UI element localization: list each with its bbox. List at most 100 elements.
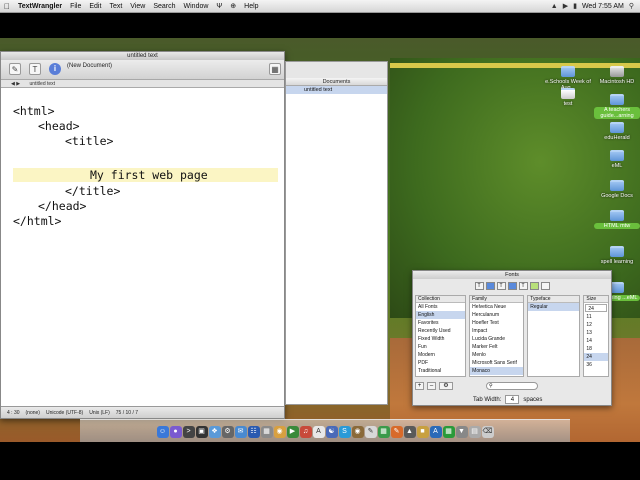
menu-search[interactable]: Search — [149, 3, 179, 10]
document-path[interactable]: untitled text — [30, 81, 56, 87]
battery-icon[interactable]: ▮ — [573, 2, 577, 10]
code-editor[interactable]: <html> <head> <title> My first web page … — [1, 88, 284, 404]
desktop-icon-eduherald[interactable]: eduHerald — [594, 122, 640, 141]
family-item[interactable]: Hoefler Text — [470, 319, 523, 327]
info-icon[interactable]: i — [49, 63, 61, 75]
back-arrow-icon[interactable]: ◀ — [11, 81, 15, 87]
desktop-icon-google-docs[interactable]: Google Docs — [594, 180, 640, 199]
scripts-menu-icon[interactable]: ⊕ — [226, 2, 240, 10]
shadow-options-icon[interactable] — [540, 282, 550, 290]
menu-view[interactable]: View — [126, 3, 149, 10]
forward-arrow-icon[interactable]: ▶ — [16, 81, 20, 87]
documents-stack-icon[interactable]: ▤ — [468, 426, 481, 438]
itunes-icon[interactable]: ♫ — [299, 426, 312, 438]
desktop-icon-teachers-guide[interactable]: A teachers guide...arning — [594, 94, 640, 119]
downloads-stack-icon[interactable]: ▼ — [455, 426, 468, 438]
text-options-icon[interactable]: T — [29, 63, 41, 75]
mail-icon[interactable]: ✉ — [234, 426, 247, 438]
text-encoding[interactable]: Unicode (UTF-8) — [46, 410, 83, 416]
preview-icon[interactable]: ☯ — [325, 426, 338, 438]
menu-text[interactable]: Text — [105, 3, 126, 10]
size-input[interactable]: 24 — [585, 304, 607, 312]
size-item[interactable]: 36 — [584, 361, 608, 369]
language-mode[interactable]: (none) — [26, 410, 40, 416]
desktop-icon-spell-learning[interactable]: spell learning — [594, 246, 640, 265]
vlc-icon[interactable]: ▲ — [403, 426, 416, 438]
collection-item[interactable]: Favorites — [416, 319, 465, 327]
collection-item[interactable]: PDF — [416, 359, 465, 367]
cursor-position[interactable]: 4 : 30 — [7, 410, 20, 416]
menu-edit[interactable]: Edit — [85, 3, 105, 10]
size-item[interactable]: 12 — [584, 321, 608, 329]
menu-help[interactable]: Help — [240, 3, 262, 10]
size-item[interactable]: 14 — [584, 337, 608, 345]
desktop-icon-macintosh-hd[interactable]: Macintosh HD — [594, 66, 640, 85]
monitor-icon[interactable]: ▣ — [195, 426, 208, 438]
volume-icon[interactable]: ▶ — [563, 2, 568, 10]
terminal-icon[interactable]: > — [182, 426, 195, 438]
remove-collection-button[interactable]: – — [427, 382, 436, 390]
family-item[interactable]: Monaco — [470, 367, 524, 375]
family-item[interactable]: Helvetica Neue — [470, 303, 523, 311]
background-color-icon[interactable] — [529, 282, 539, 290]
spotlight-icon[interactable]: ⚲ — [629, 2, 634, 10]
fonts-titlebar[interactable]: Fonts — [413, 271, 611, 279]
iphoto-icon[interactable]: ▦ — [260, 426, 273, 438]
add-collection-button[interactable]: + — [415, 382, 424, 390]
size-item[interactable]: 18 — [584, 345, 608, 353]
finder-icon[interactable]: ☺ — [156, 426, 169, 438]
trash-icon[interactable]: ⌫ — [481, 426, 494, 438]
text-color-icon[interactable] — [485, 282, 495, 290]
spreadsheet-icon[interactable]: ▦ — [442, 426, 455, 438]
collection-item[interactable]: Traditional — [416, 367, 465, 375]
facetime-icon[interactable]: ▶ — [286, 426, 299, 438]
textedit-icon[interactable]: A — [312, 426, 325, 438]
apple-menu-icon[interactable]:  — [0, 2, 14, 11]
desktop-icon-test[interactable]: test — [545, 88, 591, 107]
collection-item[interactable]: English — [416, 311, 466, 319]
safari-icon[interactable]: ❖ — [208, 426, 221, 438]
typeface-item[interactable]: Regular — [528, 303, 580, 311]
strikethrough-icon[interactable]: T — [496, 282, 506, 290]
document-list-item[interactable]: untitled text — [286, 86, 387, 94]
counterpart-icon[interactable]: ▦ — [269, 63, 281, 75]
menu-file[interactable]: File — [66, 3, 85, 10]
size-item[interactable]: 24 — [584, 353, 608, 361]
window-titlebar[interactable]: untitled text — [1, 52, 284, 60]
size-item[interactable]: 13 — [584, 329, 608, 337]
shadow-icon[interactable]: T — [518, 282, 528, 290]
menu-app-name[interactable]: TextWrangler — [14, 3, 66, 10]
collection-item[interactable]: Modern — [416, 351, 465, 359]
size-item[interactable]: 11 — [584, 313, 608, 321]
family-item[interactable]: Lucida Grande — [470, 335, 523, 343]
system-preferences-icon[interactable]: ⚙ — [221, 426, 234, 438]
desktop-icon-html-mtw[interactable]: HTML mtw — [594, 210, 640, 229]
line-endings[interactable]: Unix (LF) — [89, 410, 110, 416]
menu-window[interactable]: Window — [180, 3, 213, 10]
dashboard-icon[interactable]: ● — [169, 426, 182, 438]
collection-item[interactable]: Fun — [416, 343, 465, 351]
pages-icon[interactable]: ✎ — [390, 426, 403, 438]
wifi-icon[interactable]: ▲ — [551, 3, 558, 10]
family-item[interactable]: Herculanum — [470, 311, 523, 319]
app-store-icon[interactable]: A — [429, 426, 442, 438]
fonts-gear-button[interactable]: ⚙ — [439, 382, 453, 390]
family-item[interactable]: Marker Felt — [470, 343, 523, 351]
script-menu-icon[interactable]: Ψ — [212, 3, 226, 10]
fonts-search-input[interactable]: ⚲ — [486, 382, 538, 390]
chrome-icon[interactable]: ◉ — [273, 426, 286, 438]
clock[interactable]: Wed 7:55 AM — [582, 3, 624, 10]
collection-item[interactable]: Fixed Width — [416, 335, 465, 343]
collection-item[interactable]: All Fonts — [416, 303, 465, 311]
numbers-icon[interactable]: ▦ — [377, 426, 390, 438]
family-item[interactable]: Menlo — [470, 351, 523, 359]
document-color-icon[interactable] — [507, 282, 517, 290]
pencil-icon[interactable]: ✎ — [9, 63, 21, 75]
keynote-icon[interactable]: ■ — [416, 426, 429, 438]
underline-icon[interactable]: T — [474, 282, 484, 290]
photo-booth-icon[interactable]: ◉ — [351, 426, 364, 438]
ical-icon[interactable]: ☷ — [247, 426, 260, 438]
family-item[interactable]: Impact — [470, 327, 523, 335]
skype-icon[interactable]: S — [338, 426, 351, 438]
family-item[interactable]: Microsoft Sans Serif — [470, 359, 523, 367]
